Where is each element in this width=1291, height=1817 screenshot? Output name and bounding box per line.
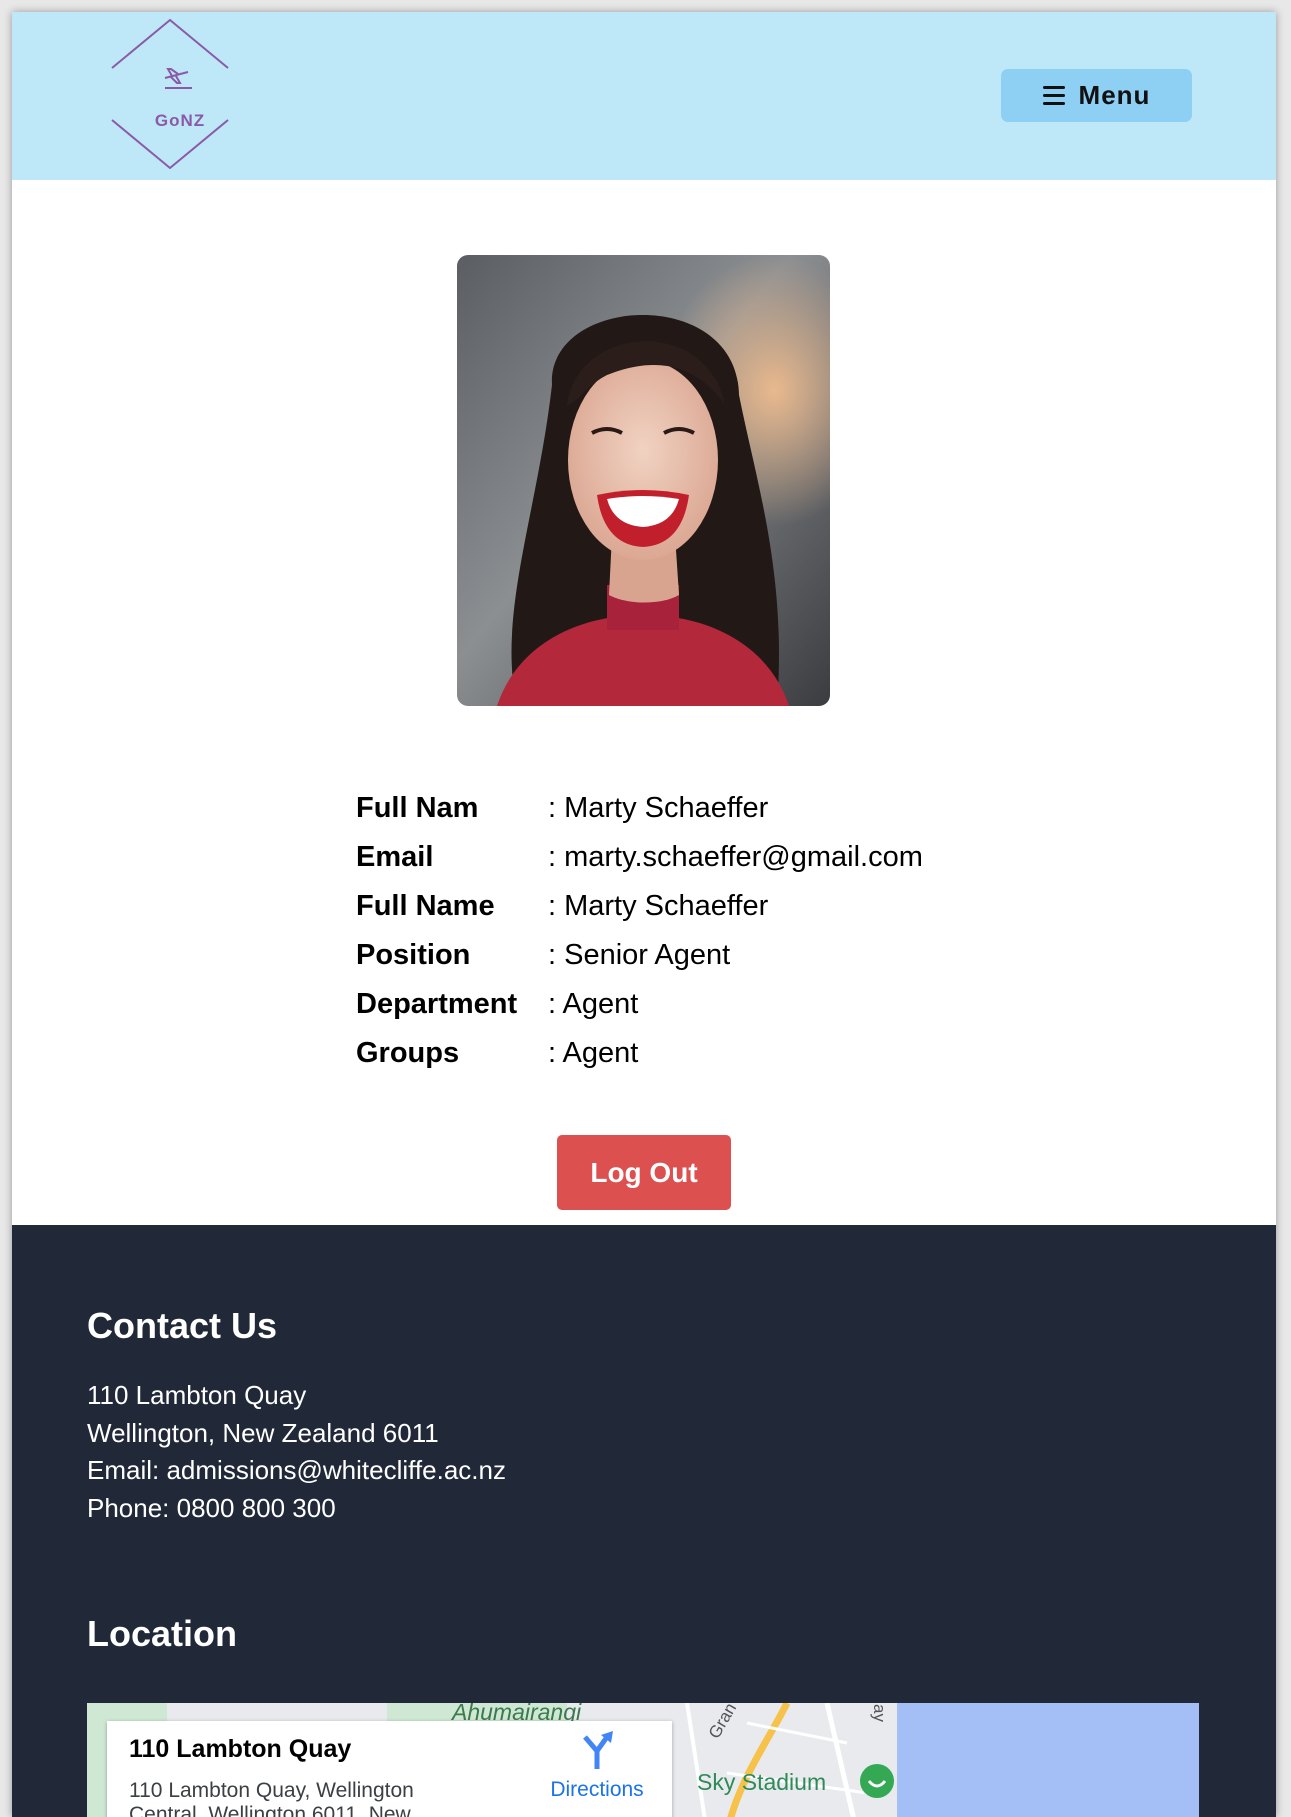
detail-row-department: Department : Agent [356, 980, 1056, 1029]
contact-info: 110 Lambton Quay Wellington, New Zealand… [87, 1377, 506, 1527]
detail-value: : Agent [548, 1037, 639, 1069]
detail-value: : marty.schaeffer@gmail.com [548, 841, 923, 873]
detail-label: Email [356, 841, 434, 873]
contact-email-line: Email: admissions@whitecliffe.ac.nz [87, 1455, 506, 1485]
contact-city-line: Wellington, New Zealand 6011 [87, 1417, 439, 1448]
site-logo[interactable]: GoNZ [110, 18, 250, 174]
logo-text: GoNZ [154, 111, 206, 130]
menu-button-label: Menu [1078, 80, 1151, 110]
location-title: Location [87, 1613, 237, 1654]
detail-row-full-nam: Full Nam : Marty Schaeffer [356, 784, 1056, 833]
detail-value: : Senior Agent [548, 939, 731, 971]
browser-window: GoNZ Menu Full Nam: Marty Schaeffer Ema… [12, 12, 1276, 1817]
profile-photo-image [457, 255, 830, 706]
map-label-sky-stadium: Sky Stadium [697, 1769, 827, 1795]
detail-row-position: Position : Senior Agent [356, 931, 1056, 980]
detail-label: Full Name [356, 890, 495, 922]
profile-details: Full Nam : Marty Schaeffer Email : marty… [356, 784, 1056, 1078]
menu-button[interactable]: Menu [1001, 69, 1192, 122]
map-place-title: 110 Lambton Quay [129, 1735, 352, 1763]
stadium-pin-icon [860, 1764, 894, 1798]
location-map[interactable]: Ahumairangi Gran ay Sky Stadium 110 Lamb… [87, 1703, 1199, 1817]
detail-row-full-name: Full Name : Marty Schaeffer [356, 882, 1056, 931]
detail-value: : Marty Schaeffer [548, 890, 769, 922]
directions-arrow-icon [583, 1731, 613, 1769]
map-place-card: 110 Lambton Quay 110 Lambton Quay, Welli… [107, 1721, 672, 1817]
profile-photo [457, 255, 830, 706]
detail-label: Full Nam [356, 792, 479, 824]
detail-row-groups: Groups : Agent [356, 1029, 1056, 1078]
contact-phone-line: Phone: 0800 800 300 [87, 1492, 336, 1523]
directions-label: Directions [550, 1778, 644, 1801]
detail-label: Position [356, 939, 471, 971]
contact-address-line: 110 Lambton Quay [87, 1380, 307, 1410]
hamburger-icon [1042, 86, 1065, 105]
detail-value: : Agent [548, 988, 639, 1020]
contact-title: Contact Us [87, 1305, 278, 1346]
site-footer: Contact Us 110 Lambton Quay Wellington, … [12, 1225, 1276, 1817]
directions-button[interactable]: Directions [537, 1729, 657, 1802]
site-header: GoNZ Menu [12, 12, 1276, 180]
detail-value: : Marty Schaeffer [548, 792, 769, 824]
logo-diamond-icon [111, 18, 229, 170]
map-place-address: 110 Lambton Quay, Wellington Central, We… [129, 1779, 414, 1817]
map-label-quay: ay [869, 1704, 889, 1722]
detail-label: Department [356, 988, 518, 1020]
airplane-icon [164, 68, 192, 89]
detail-row-email: Email : marty.schaeffer@gmail.com [356, 833, 1056, 882]
detail-label: Groups [356, 1037, 460, 1069]
logout-button[interactable]: Log Out [557, 1135, 731, 1210]
